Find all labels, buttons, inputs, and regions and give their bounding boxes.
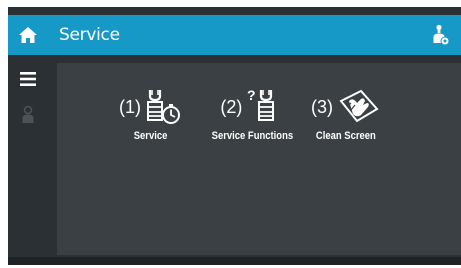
menu-icon (20, 72, 36, 86)
home-icon (19, 27, 37, 43)
tile-label: Clean Screen (316, 130, 376, 142)
svg-text:?: ? (247, 87, 256, 103)
tile-number: (2) (220, 96, 243, 117)
tile-label: Service Functions (211, 130, 294, 142)
tile-number: (1) (119, 96, 141, 117)
sidebar (8, 7, 48, 265)
menu-button[interactable] (8, 63, 48, 95)
page-title: Service (59, 25, 120, 45)
service-functions-tile[interactable]: (2) ? Service Functions (205, 87, 300, 142)
app-screen: Service (1) Service (2) ? Service Functi… (8, 7, 461, 265)
user-settings-button[interactable] (427, 21, 455, 49)
bottom-bar (8, 257, 461, 265)
hand-wiping-screen-icon (339, 89, 379, 123)
home-button[interactable] (8, 15, 48, 55)
wrench-question-icon: ? (247, 87, 275, 121)
header-bar: Service (48, 15, 461, 55)
user-icon (22, 105, 34, 123)
clean-screen-tile[interactable]: (3) Clean Screen (311, 87, 381, 142)
user-menu-button[interactable] (8, 99, 48, 131)
user-settings-icon (433, 24, 450, 46)
service-panel: (1) Service (2) ? Service Functions (3) … (57, 63, 461, 255)
service-tile[interactable]: (1) Service (119, 87, 183, 142)
tile-number: (3) (311, 96, 333, 117)
wrench-stopwatch-icon (147, 90, 180, 124)
tile-label: Service (134, 130, 168, 142)
